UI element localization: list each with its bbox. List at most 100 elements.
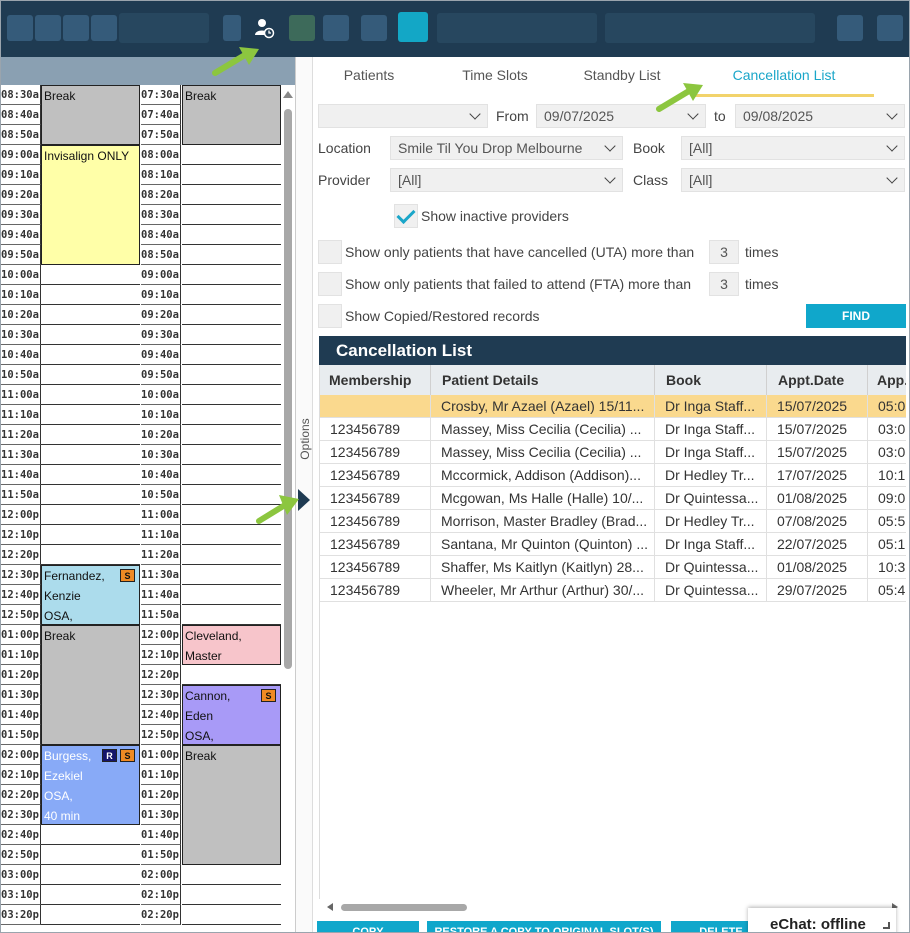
- time-slot-cell[interactable]: [41, 405, 140, 425]
- appointment-block[interactable]: Cannon, Eden OSA, S: [182, 685, 281, 745]
- appointment-block[interactable]: Break: [182, 745, 281, 865]
- time-slot-cell[interactable]: [182, 585, 281, 605]
- time-slot-cell[interactable]: [182, 385, 281, 405]
- time-slot-cell[interactable]: [41, 485, 140, 505]
- time-slot-cell[interactable]: [182, 185, 281, 205]
- time-slot-cell[interactable]: [182, 205, 281, 225]
- table-row[interactable]: 123456789 Wheeler, Mr Arthur (Arthur) 30/…: [320, 579, 906, 602]
- time-slot-cell[interactable]: [41, 845, 140, 865]
- scroll-left-icon[interactable]: [327, 903, 333, 911]
- table-row[interactable]: 123456789 Massey, Miss Cecilia (Cecilia) …: [320, 418, 906, 441]
- date-range-select[interactable]: [318, 104, 488, 128]
- toolbar-icon[interactable]: [91, 15, 117, 41]
- time-slot-cell[interactable]: [182, 345, 281, 365]
- time-slot-cell[interactable]: [182, 865, 281, 885]
- time-slot-cell[interactable]: [182, 165, 281, 185]
- table-row[interactable]: 123456789 Santana, Mr Quinton (Quinton) .…: [320, 533, 906, 556]
- time-slot-cell[interactable]: [41, 445, 140, 465]
- time-slot-cell[interactable]: [41, 345, 140, 365]
- time-slot-cell[interactable]: [182, 405, 281, 425]
- close-icon[interactable]: [837, 15, 863, 41]
- view-dropdown[interactable]: [119, 13, 209, 43]
- scroll-up-icon[interactable]: [283, 91, 293, 98]
- column-header-book[interactable]: Book: [655, 365, 767, 395]
- time-slot-cell[interactable]: [182, 465, 281, 485]
- copied-restored-checkbox[interactable]: [318, 304, 342, 328]
- scroll-thumb[interactable]: [341, 904, 467, 911]
- time-slot-cell[interactable]: [182, 365, 281, 385]
- column-header-appt-date[interactable]: Appt.Date: [767, 365, 868, 395]
- find-button[interactable]: FIND: [806, 304, 906, 328]
- appointment-block[interactable]: Break: [41, 85, 140, 145]
- time-slot-cell[interactable]: [41, 385, 140, 405]
- expand-corner-icon[interactable]: [883, 922, 890, 929]
- to-date-field[interactable]: 09/08/2025: [735, 104, 905, 128]
- toolbar-icon[interactable]: [877, 15, 903, 41]
- tab-time-slots[interactable]: Time Slots: [453, 57, 537, 97]
- search-icon[interactable]: [361, 15, 387, 41]
- time-slot-cell[interactable]: [182, 145, 281, 165]
- column-header-appt-time[interactable]: App.: [868, 365, 906, 395]
- time-slot-cell[interactable]: [182, 665, 281, 685]
- fta-checkbox[interactable]: [318, 272, 342, 296]
- time-slot-cell[interactable]: [182, 325, 281, 345]
- toolbar-icon[interactable]: [223, 15, 241, 41]
- time-slot-cell[interactable]: [182, 905, 281, 925]
- appointment-block[interactable]: Cleveland, Master: [182, 625, 281, 665]
- time-slot-cell[interactable]: [41, 865, 140, 885]
- appointment-block[interactable]: Invisalign ONLY: [41, 145, 140, 265]
- appointment-block[interactable]: Break: [182, 85, 281, 145]
- tab-patients[interactable]: Patients: [331, 57, 407, 97]
- toolbar-icon[interactable]: [323, 15, 349, 41]
- scroll-thumb[interactable]: [284, 109, 292, 669]
- toolbar-icon[interactable]: [35, 15, 61, 41]
- time-slot-cell[interactable]: [182, 525, 281, 545]
- provider-select[interactable]: [All]: [390, 168, 623, 192]
- location-select[interactable]: Smile Til You Drop Melbourne: [390, 136, 623, 160]
- uta-checkbox[interactable]: [318, 240, 342, 264]
- time-slot-cell[interactable]: [182, 425, 281, 445]
- column-header-patient-details[interactable]: Patient Details: [431, 365, 655, 395]
- toolbar-icon[interactable]: [7, 15, 33, 41]
- restore-copy-button[interactable]: RESTORE A COPY TO ORIGINAL SLOT(S): [427, 921, 661, 932]
- fta-count-input[interactable]: 3: [709, 272, 739, 296]
- appointment-block[interactable]: Break: [41, 625, 140, 745]
- class-select[interactable]: [All]: [681, 168, 905, 192]
- table-row[interactable]: 123456789 Mcgowan, Ms Halle (Halle) 10/..…: [320, 487, 906, 510]
- time-slot-cell[interactable]: [41, 905, 140, 925]
- time-slot-cell[interactable]: [41, 525, 140, 545]
- time-slot-cell[interactable]: [182, 885, 281, 905]
- time-slot-cell[interactable]: [41, 325, 140, 345]
- table-row[interactable]: 123456789 Morrison, Master Bradley (Brad.…: [320, 510, 906, 533]
- time-slot-cell[interactable]: [41, 885, 140, 905]
- provider-dropdown[interactable]: [437, 13, 597, 43]
- time-slot-cell[interactable]: [182, 305, 281, 325]
- time-slot-cell[interactable]: [41, 285, 140, 305]
- echat-status[interactable]: eChat: offline: [748, 908, 896, 932]
- time-slot-cell[interactable]: [182, 225, 281, 245]
- location-dropdown[interactable]: [605, 13, 815, 43]
- time-slot-cell[interactable]: [182, 245, 281, 265]
- tab-cancellation-list[interactable]: Cancellation List: [694, 57, 874, 97]
- toolbar-icon[interactable]: [289, 15, 315, 41]
- time-slot-cell[interactable]: [41, 545, 140, 565]
- time-slot-cell[interactable]: [41, 365, 140, 385]
- time-slot-cell[interactable]: [182, 445, 281, 465]
- toolbar-icon[interactable]: [63, 15, 89, 41]
- time-slot-cell[interactable]: [182, 565, 281, 585]
- time-slot-cell[interactable]: [182, 285, 281, 305]
- time-slot-cell[interactable]: [182, 605, 281, 625]
- table-row[interactable]: 123456789 Shaffer, Ms Kaitlyn (Kaitlyn) 2…: [320, 556, 906, 579]
- uta-count-input[interactable]: 3: [709, 240, 739, 264]
- column-header-membership[interactable]: Membership: [320, 365, 431, 395]
- appointment-block[interactable]: Burgess, Ezekiel OSA, 40 min R S: [41, 745, 140, 825]
- time-slot-cell[interactable]: [41, 505, 140, 525]
- time-slot-cell[interactable]: [41, 305, 140, 325]
- table-row[interactable]: 123456789 Massey, Miss Cecilia (Cecilia) …: [320, 441, 906, 464]
- table-row[interactable]: 123456789 Mccormick, Addison (Addison)...…: [320, 464, 906, 487]
- toolbar-active-icon[interactable]: [398, 12, 428, 42]
- time-slot-cell[interactable]: [182, 265, 281, 285]
- time-slot-cell[interactable]: [41, 425, 140, 445]
- table-row[interactable]: Crosby, Mr Azael (Azael) 15/11... Dr Inga…: [320, 395, 906, 418]
- time-slot-cell[interactable]: [41, 465, 140, 485]
